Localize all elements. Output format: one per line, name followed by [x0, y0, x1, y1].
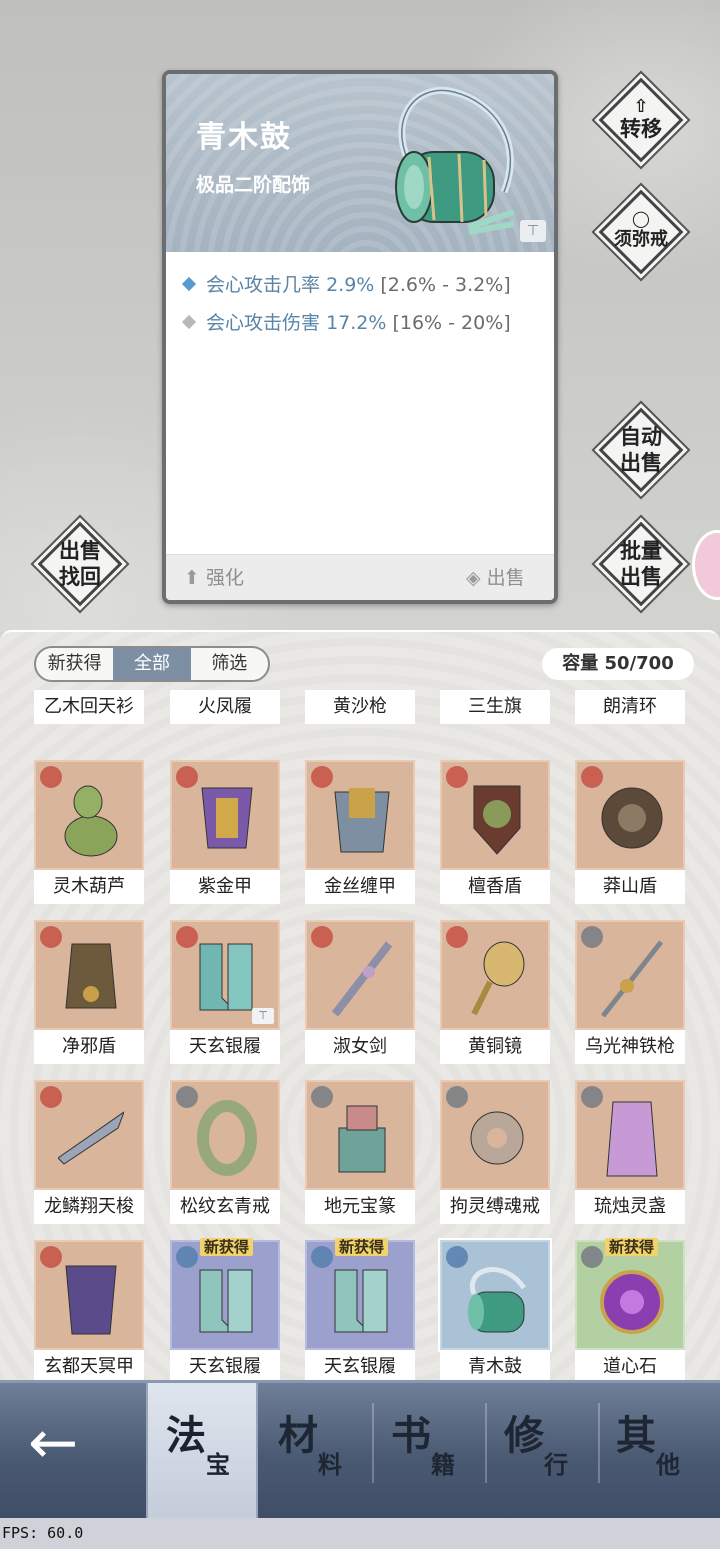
new-badge: 新获得	[605, 1238, 659, 1256]
tab-other[interactable]: 其 他	[598, 1383, 710, 1521]
sword-icon	[331, 941, 393, 1017]
spear-icon	[601, 940, 663, 1018]
armor-icon	[65, 1265, 117, 1335]
tab-all[interactable]: 全部	[113, 648, 191, 680]
filter-segmented-control: 新获得 全部 筛选	[34, 646, 270, 682]
tab-cultivation[interactable]: 修 行	[486, 1383, 600, 1521]
tab-treasure[interactable]: 法 宝	[146, 1383, 258, 1521]
ring-icon	[197, 1100, 257, 1176]
tag-icon: ◈	[466, 567, 481, 589]
drum-icon	[468, 1267, 527, 1333]
ring-icon: ◯	[632, 209, 650, 228]
back-arrow-icon[interactable]: ←	[28, 1413, 108, 1473]
tab-materials[interactable]: 材 料	[260, 1383, 374, 1521]
seal-icon	[338, 1105, 386, 1173]
sell-recover-button[interactable]: 出售 找回	[36, 520, 124, 608]
shuttle-icon	[58, 1111, 124, 1165]
item-grid: 乙木回天衫 火凤履 黄沙枪 三生旗 朗清环 灵木葫芦 紫金甲 金丝缠甲 檀香盾	[0, 690, 720, 1380]
armor-icon	[201, 787, 253, 849]
shield-icon	[65, 943, 117, 1009]
shield-icon	[473, 785, 521, 855]
mirror-icon	[471, 941, 525, 1016]
orb-icon	[600, 1270, 664, 1334]
new-badge: 新获得	[200, 1238, 254, 1256]
tab-new[interactable]: 新获得	[36, 648, 113, 680]
transfer-button[interactable]: ⇧ 转移	[597, 76, 685, 164]
diamond-bullet-icon	[181, 314, 197, 330]
lock-icon[interactable]: ⊤	[520, 220, 546, 242]
shield-icon	[601, 787, 663, 849]
boots-icon	[199, 943, 253, 1011]
item-name: 青木鼓	[196, 120, 292, 155]
new-badge: 新获得	[335, 1238, 389, 1256]
auto-sell-button[interactable]: 自动 出售	[597, 406, 685, 494]
arrow-up-icon: ⬆	[184, 567, 200, 589]
armor-icon	[334, 788, 390, 853]
gourd-icon	[64, 785, 118, 857]
boots-icon	[199, 1269, 253, 1333]
item-grade: 极品二阶配饰	[196, 174, 311, 196]
enhance-button[interactable]: ⬆ 强化	[184, 555, 244, 600]
boots-icon	[334, 1269, 388, 1333]
bottom-navigation: ← 法 宝 材 料 书 籍 修 行 其 他	[0, 1380, 720, 1521]
footer-strip	[0, 1518, 720, 1549]
upload-icon: ⇧	[633, 96, 649, 117]
detail-header: 青木鼓 极品二阶配饰 ⊤	[166, 74, 554, 252]
stat-row: 会心攻击几率 2.9% [2.6% - 3.2%]	[181, 270, 511, 297]
tab-books[interactable]: 书 籍	[373, 1383, 487, 1521]
fps-counter: FPS: 60.0	[2, 1524, 84, 1542]
sumeru-ring-button[interactable]: ◯ 须弥戒	[597, 188, 685, 276]
lock-icon: ⊤	[252, 1008, 274, 1024]
ring-icon	[470, 1111, 524, 1165]
drum-item-icon	[395, 87, 515, 235]
diamond-bullet-icon	[181, 276, 197, 292]
detail-footer: ⬆ 强化 ◈ 出售	[166, 554, 554, 600]
item-detail-card: 青木鼓 极品二阶配饰 ⊤ 会心攻击几率 2.9% [2.6% - 3.2%] 会…	[162, 70, 558, 604]
tab-filter[interactable]: 筛选	[191, 648, 268, 680]
lamp-icon	[606, 1101, 658, 1177]
capacity-indicator: 容量 50/700	[542, 648, 694, 680]
stat-row: 会心攻击伤害 17.2% [16% - 20%]	[181, 308, 511, 335]
batch-sell-button[interactable]: 批量 出售	[597, 520, 685, 608]
sell-button[interactable]: ◈ 出售	[466, 555, 525, 600]
